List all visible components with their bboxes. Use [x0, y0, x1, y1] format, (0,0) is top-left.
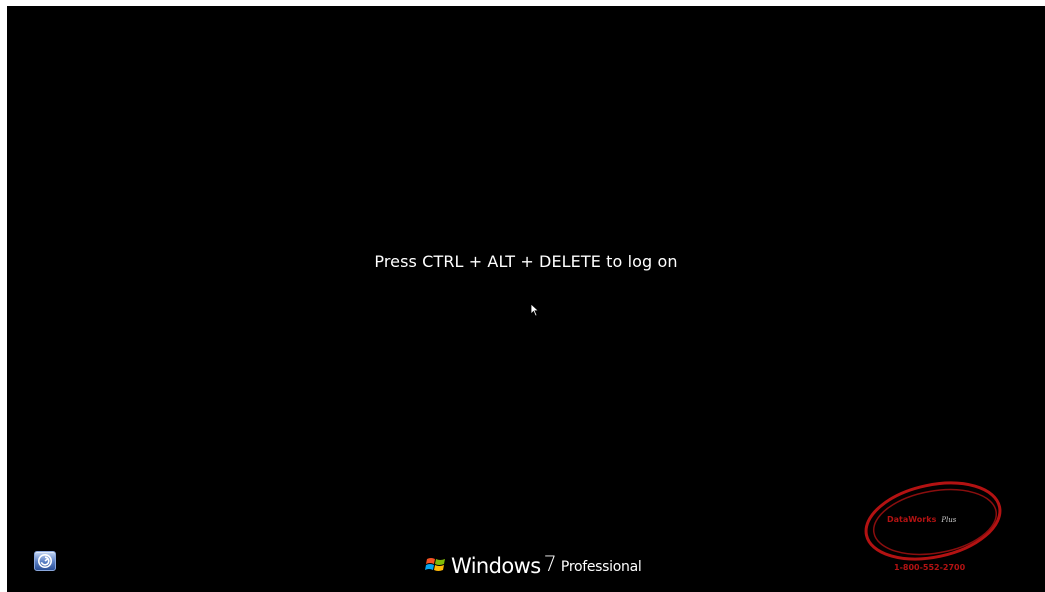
- windows-flag-icon: [425, 558, 445, 571]
- windows-edition: Professional: [560, 559, 642, 575]
- logon-prompt: Press CTRL + ALT + DELETE to log on: [374, 252, 678, 271]
- watermark-phone: 1-800-552-2700: [894, 563, 966, 572]
- windows-name: Windows: [451, 554, 541, 578]
- watermark-company-name: DataWorks: [887, 515, 937, 524]
- mouse-cursor-icon: [530, 303, 540, 317]
- ease-of-access-icon: [38, 554, 52, 568]
- ease-of-access-button[interactable]: [34, 551, 56, 571]
- watermark-company-suffix: Plus: [941, 516, 957, 524]
- logon-screen: Press CTRL + ALT + DELETE to log on Wind…: [7, 6, 1045, 592]
- windows-branding: Windows 7 Professional: [425, 548, 642, 578]
- windows-version: 7: [543, 552, 557, 576]
- company-watermark: DataWorks Plus 1-800-552-2700: [859, 471, 1009, 583]
- watermark-company: DataWorks Plus: [887, 515, 956, 524]
